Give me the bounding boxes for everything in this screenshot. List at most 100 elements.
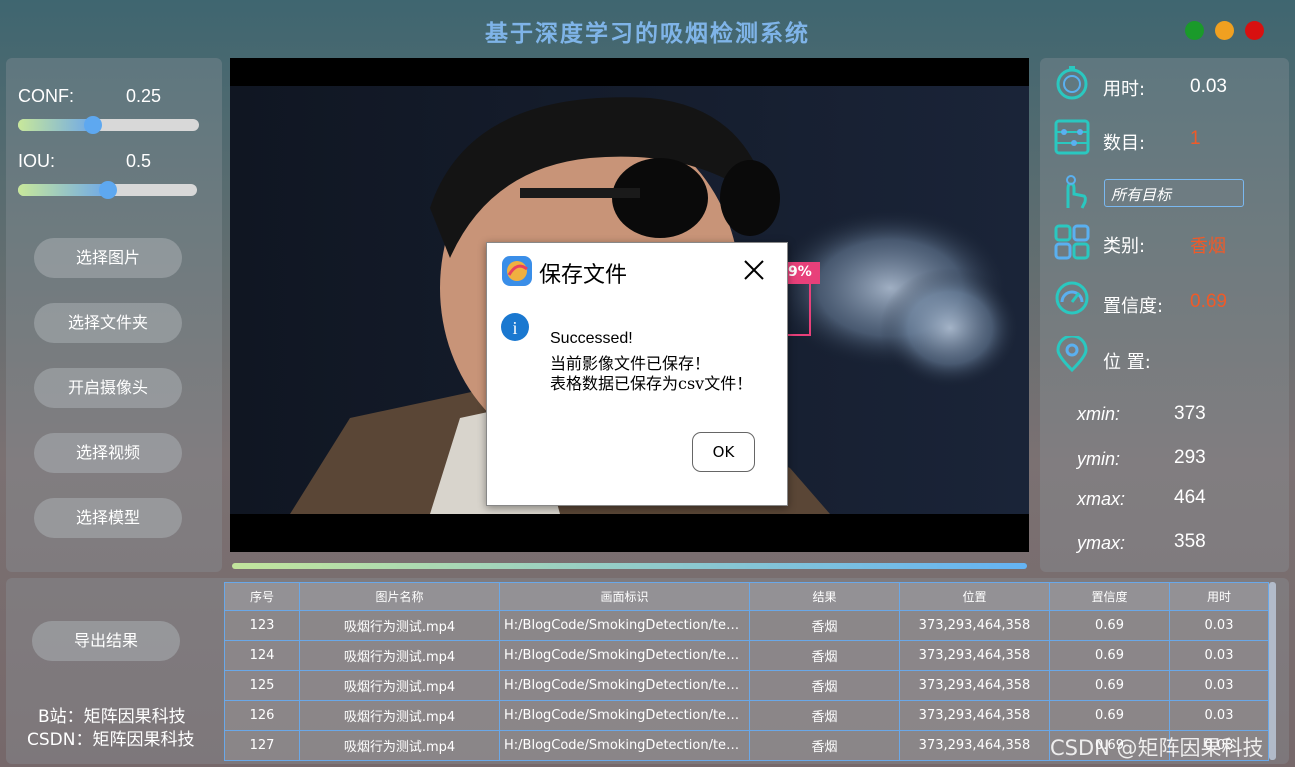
confidence-label: 置信度: [1103, 296, 1164, 317]
cell-position: 373,293,464,358 [899, 700, 1050, 731]
col-header-source[interactable]: 画面标识 [499, 582, 750, 611]
open-camera-button[interactable]: 开启摄像头 [34, 368, 182, 408]
app-title: 基于深度学习的吸烟检测系统 [485, 20, 810, 47]
app-logo-icon [502, 256, 532, 286]
select-model-button[interactable]: 选择模型 [34, 498, 182, 538]
cell-name: 吸烟行为测试.mp4 [299, 730, 500, 761]
table-row[interactable]: 126 吸烟行为测试.mp4 H:/BlogCode/SmokingDetect… [224, 700, 1269, 731]
cell-source: H:/BlogCode/SmokingDetection/test... [499, 700, 750, 731]
stopwatch-icon [1056, 66, 1088, 100]
cell-result: 香烟 [749, 700, 900, 731]
time-value: 0.03 [1190, 76, 1227, 97]
category-grid-icon [1054, 224, 1090, 260]
iou-slider-handle[interactable] [99, 181, 117, 199]
table-scrollbar[interactable] [1269, 582, 1276, 760]
dialog-message-line1: Successed! [550, 330, 633, 347]
export-results-button[interactable]: 导出结果 [32, 621, 180, 661]
close-icon [744, 260, 764, 280]
cell-confidence: 0.69 [1049, 670, 1170, 701]
cell-index: 126 [224, 700, 300, 731]
pointer-hand-icon [1066, 175, 1087, 209]
close-button[interactable] [1245, 21, 1264, 40]
dialog-close-button[interactable] [741, 257, 767, 283]
iou-slider[interactable] [18, 181, 197, 199]
time-label: 用时: [1103, 79, 1146, 100]
detection-label: 9% [788, 264, 812, 280]
ymin-label: ymin: [1077, 449, 1121, 469]
save-dialog: 保存文件 i Successed! 当前影像文件已保存！ 表格数据已保存为csv… [486, 242, 788, 506]
count-value: 1 [1190, 128, 1201, 149]
cell-confidence: 0.69 [1049, 610, 1170, 641]
watermark: CSDN @矩阵因果科技 [1050, 736, 1264, 760]
conf-slider[interactable] [18, 116, 199, 134]
table-header-row: 序号 图片名称 画面标识 结果 位置 置信度 用时 [224, 582, 1269, 611]
select-image-button[interactable]: 选择图片 [34, 238, 182, 278]
dialog-title: 保存文件 [539, 263, 628, 288]
cell-index: 123 [224, 610, 300, 641]
cell-position: 373,293,464,358 [899, 670, 1050, 701]
cell-source: H:/BlogCode/SmokingDetection/test... [499, 640, 750, 671]
cell-time: 0.03 [1169, 700, 1269, 731]
xmin-label: xmin: [1077, 404, 1121, 424]
cell-result: 香烟 [749, 640, 900, 671]
table-row[interactable]: 124 吸烟行为测试.mp4 H:/BlogCode/SmokingDetect… [224, 640, 1269, 671]
csdn-credit: CSDN：矩阵因果科技 [27, 730, 195, 750]
info-panel: 用时: 0.03 数目: 1 所有目标 类别: 香烟 置信度: 0.69 位 置… [1040, 58, 1289, 572]
conf-slider-fill [18, 119, 93, 131]
col-header-index[interactable]: 序号 [224, 582, 300, 611]
iou-label: IOU: [18, 151, 56, 171]
col-header-time[interactable]: 用时 [1169, 582, 1269, 611]
cell-name: 吸烟行为测试.mp4 [299, 700, 500, 731]
dialog-ok-button[interactable]: OK [692, 432, 755, 472]
cell-result: 香烟 [749, 670, 900, 701]
xmax-value: 464 [1174, 487, 1206, 508]
cell-name: 吸烟行为测试.mp4 [299, 640, 500, 671]
cell-time: 0.03 [1169, 670, 1269, 701]
cell-name: 吸烟行为测试.mp4 [299, 610, 500, 641]
xmin-value: 373 [1174, 403, 1206, 424]
cell-position: 373,293,464,358 [899, 640, 1050, 671]
location-pin-icon [1056, 336, 1088, 372]
svg-text:i: i [512, 318, 517, 338]
class-label: 类别: [1103, 236, 1146, 257]
cell-position: 373,293,464,358 [899, 730, 1050, 761]
ymax-label: ymax: [1077, 533, 1126, 553]
cell-source: H:/BlogCode/SmokingDetection/test... [499, 610, 750, 641]
control-panel: CONF: 0.25 IOU: 0.5 选择图片 选择文件夹 开启摄像头 选择视… [6, 58, 222, 572]
target-select[interactable]: 所有目标 [1104, 179, 1244, 207]
select-folder-button[interactable]: 选择文件夹 [34, 303, 182, 343]
abacus-icon [1054, 119, 1090, 155]
iou-value: 0.5 [126, 151, 152, 171]
cell-index: 127 [224, 730, 300, 761]
gauge-icon [1055, 281, 1089, 315]
conf-slider-handle[interactable] [84, 116, 102, 134]
position-label: 位 置: [1103, 352, 1151, 373]
col-header-position[interactable]: 位置 [899, 582, 1050, 611]
video-progress-bar [232, 563, 1027, 569]
bilibili-credit: B站：矩阵因果科技 [38, 707, 186, 727]
cell-index: 125 [224, 670, 300, 701]
ymin-value: 293 [1174, 447, 1206, 468]
col-header-confidence[interactable]: 置信度 [1049, 582, 1170, 611]
cell-time: 0.03 [1169, 610, 1269, 641]
info-icon: i [501, 313, 529, 341]
conf-value: 0.25 [126, 86, 162, 106]
table-row[interactable]: 123 吸烟行为测试.mp4 H:/BlogCode/SmokingDetect… [224, 610, 1269, 641]
cell-source: H:/BlogCode/SmokingDetection/test... [499, 670, 750, 701]
table-row[interactable]: 125 吸烟行为测试.mp4 H:/BlogCode/SmokingDetect… [224, 670, 1269, 701]
maximize-button[interactable] [1185, 21, 1204, 40]
minimize-button[interactable] [1215, 21, 1234, 40]
cell-confidence: 0.69 [1049, 640, 1170, 671]
count-label: 数目: [1103, 133, 1146, 154]
conf-label: CONF: [18, 86, 74, 106]
ymax-value: 358 [1174, 531, 1206, 552]
xmax-label: xmax: [1077, 489, 1126, 509]
cell-position: 373,293,464,358 [899, 610, 1050, 641]
col-header-result[interactable]: 结果 [749, 582, 900, 611]
col-header-name[interactable]: 图片名称 [299, 582, 500, 611]
cell-result: 香烟 [749, 730, 900, 761]
iou-slider-fill [18, 184, 108, 196]
cell-confidence: 0.69 [1049, 700, 1170, 731]
confidence-value: 0.69 [1190, 291, 1227, 312]
select-video-button[interactable]: 选择视频 [34, 433, 182, 473]
